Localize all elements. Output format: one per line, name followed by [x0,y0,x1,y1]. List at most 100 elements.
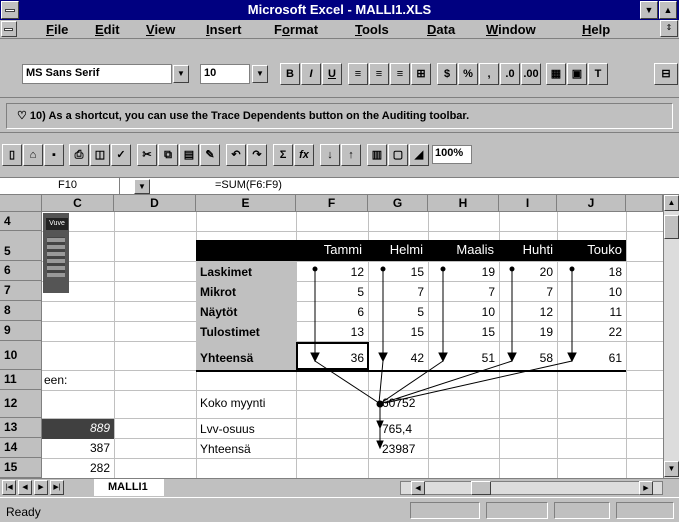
status-pane [616,502,674,519]
menu-edit[interactable]: Edit [95,22,120,37]
sheet-tab-bar: |◀ ◀ ▶ ▶| MALLI1 ◀ ▶ [0,478,679,496]
open-icon[interactable]: ⌂ [23,144,43,166]
trace-dot [569,266,575,272]
format-painter-icon[interactable]: ✎ [200,144,220,166]
font-color-icon[interactable]: T [588,63,608,85]
fill-color-icon[interactable]: ▣ [567,63,587,85]
italic-button[interactable]: I [301,63,321,85]
menu-tools[interactable]: Tools [355,22,389,37]
status-pane [554,502,610,519]
align-left-icon[interactable]: ≡ [348,63,368,85]
sort-descending-icon[interactable]: ↑ [341,144,361,166]
status-bar: Ready [0,497,679,522]
comma-button[interactable]: , [479,63,499,85]
title-bar[interactable]: Microsoft Excel - MALLI1.XLS ▼ ▲ [0,0,679,20]
chart-wizard-icon[interactable]: ▥ [367,144,387,166]
decrease-decimal-icon[interactable]: .00 [521,63,541,85]
trace-dot [380,266,386,272]
redo-icon[interactable]: ↷ [247,144,267,166]
print-icon[interactable]: ⎙ [69,144,89,166]
tip-box: ♡ 10) As a shortcut, you can use the Tra… [6,103,673,129]
toolbar-overflow-icon[interactable]: ⊟ [654,63,678,85]
percent-button[interactable]: % [458,63,478,85]
minimize-button[interactable]: ▼ [640,1,658,19]
align-center-icon[interactable]: ≡ [369,63,389,85]
trace-arrows [310,266,577,450]
borders-icon[interactable]: ▦ [546,63,566,85]
status-pane [410,502,480,519]
function-wizard-button[interactable]: fx [294,144,314,166]
trace-arrowhead [378,352,388,363]
status-pane [486,502,548,519]
vertical-scrollbar[interactable]: ▲ ▼ [663,195,679,478]
window-title: Microsoft Excel - MALLI1.XLS [247,2,432,17]
menu-window[interactable]: Window [486,22,536,37]
scroll-thumb[interactable] [664,215,679,239]
print-preview-icon[interactable]: ◫ [90,144,110,166]
bold-button[interactable]: B [280,63,300,85]
formula-bar: F10 ▼ =SUM(F6:F9) [0,177,679,195]
sort-ascending-icon[interactable]: ↓ [320,144,340,166]
increase-decimal-icon[interactable]: .0 [500,63,520,85]
document-menu-icon[interactable] [1,21,17,37]
trace-arrow [382,360,513,404]
font-name-box[interactable]: MS Sans Serif [22,64,172,84]
name-box[interactable]: F10 [0,178,120,195]
menu-bar: File Edit View Insert Format Tools Data … [0,20,679,39]
zoom-box[interactable]: 100% [432,145,472,164]
merge-center-icon[interactable]: ⊞ [411,63,431,85]
first-sheet-icon[interactable]: |◀ [2,480,16,495]
cut-icon[interactable]: ✂ [137,144,157,166]
menu-data[interactable]: Data [427,22,455,37]
save-icon[interactable]: ▪ [44,144,64,166]
h-scroll-thumb[interactable] [471,481,491,495]
new-workbook-icon[interactable]: ▯ [2,144,22,166]
menu-view[interactable]: View [146,22,175,37]
undo-icon[interactable]: ↶ [226,144,246,166]
document-restore-button[interactable]: ⇕ [660,20,678,37]
status-text: Ready [6,505,41,519]
trace-arrow [384,360,573,404]
scroll-up-icon[interactable]: ▲ [664,195,679,211]
menu-file[interactable]: File [46,22,68,37]
trace-arrow [314,360,380,404]
paste-icon[interactable]: ▤ [179,144,199,166]
standard-toolbar: ▯ ⌂ ▪ ⎙ ◫ ✓ ✂ ⧉ ▤ ✎ ↶ ↷ Σ fx ↓ ↑ ▥ ▢ ◢ 1… [0,133,679,177]
maximize-button[interactable]: ▲ [659,1,677,19]
tip-text: 10) As a shortcut, you can use the Trace… [29,110,470,122]
spelling-icon[interactable]: ✓ [111,144,131,166]
drawing-icon[interactable]: ◢ [409,144,429,166]
trace-arrowhead [438,352,448,363]
trace-arrowhead [567,352,577,363]
text-box-icon[interactable]: ▢ [388,144,408,166]
scroll-right-icon[interactable]: ▶ [639,481,653,495]
sheet-tab-malli1[interactable]: MALLI1 [94,479,164,496]
trace-dot [312,266,318,272]
last-sheet-icon[interactable]: ▶| [50,480,64,495]
formula-text[interactable]: =SUM(F6:F9) [215,179,282,191]
horizontal-scrollbar[interactable]: ◀ ▶ [400,481,663,495]
trace-dot [509,266,515,272]
trace-arrowhead [376,420,384,430]
font-size-box[interactable]: 10 [200,64,250,84]
menu-help[interactable]: Help [582,22,610,37]
next-sheet-icon[interactable]: ▶ [34,480,48,495]
font-size-dropdown-icon[interactable]: ▼ [252,65,268,83]
scroll-left-icon[interactable]: ◀ [411,481,425,495]
autosum-button[interactable]: Σ [273,144,293,166]
prev-sheet-icon[interactable]: ◀ [18,480,32,495]
lightbulb-icon: ♡ [17,110,30,122]
name-box-dropdown-icon[interactable]: ▼ [134,179,150,194]
copy-icon[interactable]: ⧉ [158,144,178,166]
menu-format[interactable]: Format [274,22,318,37]
align-right-icon[interactable]: ≡ [390,63,410,85]
menu-insert[interactable]: Insert [206,22,241,37]
worksheet-grid[interactable]: C D E F G H I J 4 5 6 7 8 9 10 11 12 13 … [0,195,663,478]
underline-button[interactable]: U [322,63,342,85]
tipwizard-bar: ♡ 10) As a shortcut, you can use the Tra… [0,97,679,133]
trace-arrowhead [310,352,320,363]
font-name-dropdown-icon[interactable]: ▼ [173,65,189,83]
scroll-down-icon[interactable]: ▼ [664,461,679,477]
excel-window: Microsoft Excel - MALLI1.XLS ▼ ▲ File Ed… [0,0,679,522]
currency-icon[interactable]: $ [437,63,457,85]
